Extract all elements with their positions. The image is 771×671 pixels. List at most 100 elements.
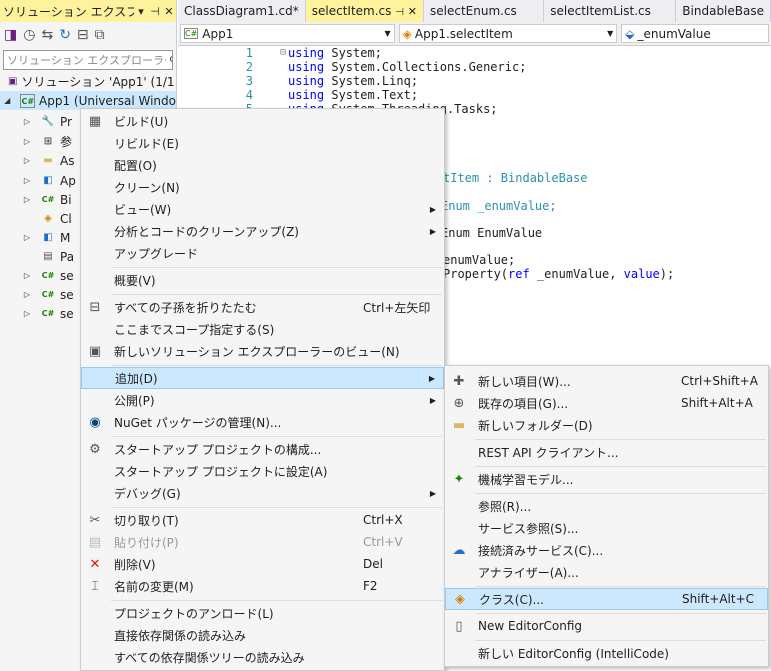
tree-item[interactable]: ▤ Pa — [22, 247, 74, 266]
menu-item[interactable]: ビュー(W) ▶ — [81, 198, 444, 220]
sync-icon[interactable]: ⇆ — [41, 27, 53, 43]
expand-arrow-icon[interactable]: ▷ — [22, 156, 32, 165]
refresh-icon[interactable]: ↻ — [59, 27, 71, 43]
connected-service-icon: ☁ — [452, 542, 466, 558]
menu-item[interactable]: ◉ NuGet パッケージの管理(N)... — [81, 411, 444, 433]
menu-item[interactable]: ✚ 新しい項目(W)... Ctrl+Shift+A — [445, 370, 768, 392]
tree-item[interactable]: ▷ 🔧 Pr — [22, 112, 72, 131]
history-icon[interactable]: ◷ — [23, 27, 35, 43]
menu-item[interactable]: リビルド(E) — [81, 132, 444, 154]
class-icon: ◈ — [44, 212, 52, 224]
menu-item[interactable]: ◈ クラス(C)... Shift+Alt+C — [445, 588, 768, 610]
close-icon[interactable]: ✕ — [162, 5, 176, 18]
tree-item[interactable]: ▷ C# se — [22, 285, 74, 304]
tree-item[interactable]: ▷ ◧ M — [22, 228, 70, 247]
code-text: ref — [508, 267, 530, 281]
solution-explorer-titlebar: ソリューション エクスプロ... ▾ ⊣ ✕ — [0, 0, 176, 22]
expand-arrow-icon[interactable]: ▷ — [22, 117, 32, 126]
menu-item[interactable]: ▣ 新しいソリューション エクスプローラーのビュー(N) — [81, 340, 444, 362]
menu-item[interactable]: ☁ 接続済みサービス(C)... — [445, 539, 768, 561]
menu-item[interactable]: ⊟ すべての子孫を折りたたむ Ctrl+左矢印 — [81, 296, 444, 318]
copy-icon[interactable]: ⧉ — [95, 27, 105, 43]
menu-item[interactable]: 参照(R)... — [445, 495, 768, 517]
tab-selectitemlist[interactable]: selectItemList.cs — [544, 0, 677, 22]
menu-item-label: 貼り付け(P) — [114, 535, 179, 550]
close-icon[interactable]: ✕ — [408, 5, 417, 18]
expand-arrow-icon[interactable]: ▷ — [22, 271, 32, 280]
tree-item[interactable]: ▷ C# Bi — [22, 190, 72, 209]
menu-item-label: REST API クライアント... — [478, 445, 619, 460]
expand-arrow-icon[interactable]: ▷ — [22, 137, 32, 146]
menu-item[interactable]: 概要(V) — [81, 269, 444, 291]
menu-item[interactable]: ✕ 削除(V) Del — [81, 553, 444, 575]
xaml-icon: ◧ — [43, 231, 53, 243]
menu-item[interactable]: ✦ 機械学習モデル... — [445, 468, 768, 490]
file-icon: ▯ — [455, 618, 463, 634]
expand-arrow-icon[interactable]: ▷ — [22, 290, 32, 299]
menu-item[interactable]: アップグレード — [81, 242, 444, 264]
search-input[interactable]: ソリューション エクスプローラー ⚲ — [3, 50, 173, 70]
pin-icon[interactable]: ⊣ — [148, 5, 162, 18]
menu-item[interactable]: ✂ 切り取り(T) Ctrl+X — [81, 509, 444, 531]
menu-item[interactable]: ⊕ 既存の項目(G)... Shift+Alt+A — [445, 392, 768, 414]
menu-item[interactable]: ▬ 新しいフォルダー(D) — [445, 414, 768, 436]
menu-item-shortcut: Ctrl+X — [363, 513, 403, 527]
project-dropdown[interactable]: C# App1 ▼ — [180, 24, 395, 43]
tab-selectitem[interactable]: selectItem.cs ⊣ ✕ — [305, 0, 424, 22]
menu-item[interactable]: プロジェクトのアンロード(L) — [81, 602, 444, 624]
code-line: using System.Linq; — [288, 74, 418, 88]
menu-item[interactable]: ここまでスコープ指定する(S) — [81, 318, 444, 340]
tree-item[interactable]: ▷ C# se — [22, 266, 74, 285]
code-text: tItem : — [443, 171, 501, 185]
menu-item-label: 新しいフォルダー(D) — [478, 418, 593, 433]
navigation-bar: C# App1 ▼ ◈ App1.selectItem ▼ ⬙ _enumValue — [178, 22, 771, 46]
solution-node[interactable]: ▣ ソリューション 'App1' (1/1 のプ — [0, 72, 176, 91]
tree-item-label: se — [60, 268, 74, 283]
tab-label: selectItem.cs — [311, 4, 392, 18]
menu-item[interactable]: ⚙ スタートアップ プロジェクトの構成... — [81, 438, 444, 460]
menu-item[interactable]: 追加(D) ▶ — [81, 367, 444, 389]
tab-bindablebase[interactable]: BindableBase — [676, 0, 771, 22]
menu-item[interactable]: アナライザー(A)... — [445, 561, 768, 583]
menu-item-label: 新しい EditorConfig (IntelliCode) — [478, 646, 669, 661]
menu-item[interactable]: 配置(O) — [81, 154, 444, 176]
tab-classdiagram[interactable]: ClassDiagram1.cd* — [178, 0, 306, 22]
tree-item[interactable]: ▷ ▬ As — [22, 151, 75, 170]
vs-icon[interactable]: ◨ — [4, 27, 17, 43]
menu-item[interactable]: サービス参照(S)... — [445, 517, 768, 539]
menu-item[interactable]: REST API クライアント... — [445, 441, 768, 463]
menu-item[interactable]: クリーン(N) — [81, 176, 444, 198]
pin-icon[interactable]: ⊣ — [395, 7, 404, 18]
dropdown-icon[interactable]: ▾ — [134, 5, 148, 18]
class-dropdown[interactable]: ◈ App1.selectItem ▼ — [398, 24, 618, 43]
menu-item[interactable]: 分析とコードのクリーンアップ(Z) ▶ — [81, 220, 444, 242]
menu-item[interactable]: ⌶ 名前の変更(M) F2 — [81, 575, 444, 597]
tab-selectenum[interactable]: selectEnum.cs — [424, 0, 545, 22]
menu-item[interactable]: すべての依存関係ツリーの読み込み — [81, 646, 444, 668]
expand-arrow-icon[interactable]: ▷ — [22, 195, 32, 204]
expand-arrow-icon[interactable]: ◢ — [4, 96, 10, 105]
tree-item[interactable]: ▷ ⊞ 参 — [22, 132, 72, 151]
menu-item[interactable]: 直接依存関係の読み込み — [81, 624, 444, 646]
tree-item[interactable]: ▷ ◧ Ap — [22, 171, 76, 190]
expand-arrow-icon[interactable]: ▷ — [22, 176, 32, 185]
code-text: System.Collections.Generic; — [324, 60, 527, 74]
menu-item[interactable]: 公開(P) ▶ — [81, 389, 444, 411]
tree-item[interactable]: ◈ Cl — [22, 209, 72, 228]
collapse-all-icon[interactable]: ⊟ — [77, 27, 89, 43]
line-number: 4 — [245, 88, 253, 102]
member-dropdown[interactable]: ⬙ _enumValue — [621, 24, 769, 43]
menu-item[interactable]: デバッグ(G) ▶ — [81, 482, 444, 504]
menu-item-shortcut: Shift+Alt+C — [682, 592, 755, 606]
menu-item-label: ビルド(U) — [114, 114, 169, 129]
collapse-icon: ⊟ — [89, 299, 101, 315]
menu-item[interactable]: ▯ New EditorConfig — [445, 615, 768, 637]
collapse-icon[interactable]: ⊟ — [280, 46, 286, 60]
expand-arrow-icon[interactable]: ▷ — [22, 309, 32, 318]
delete-icon: ✕ — [89, 556, 101, 572]
expand-arrow-icon[interactable]: ▷ — [22, 233, 32, 242]
tree-item[interactable]: ▷ C# se — [22, 304, 74, 323]
menu-item[interactable]: ▦ ビルド(U) — [81, 110, 444, 132]
menu-item[interactable]: スタートアップ プロジェクトに設定(A) — [81, 460, 444, 482]
menu-item[interactable]: 新しい EditorConfig (IntelliCode) — [445, 642, 768, 664]
